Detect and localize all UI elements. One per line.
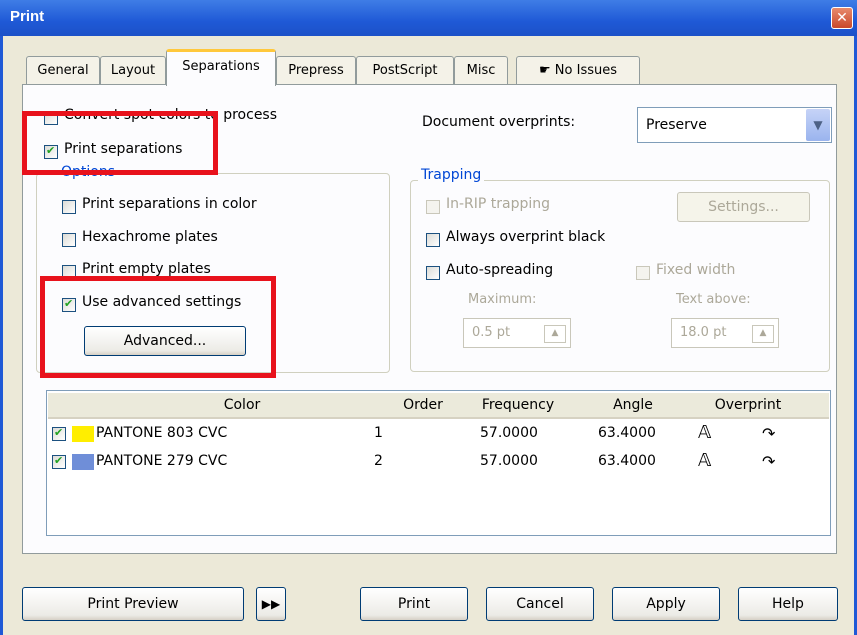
in-rip-trapping-checkbox[interactable] — [426, 200, 440, 214]
always-overprint-black-label: Always overprint black — [446, 229, 606, 245]
trapping-settings-button[interactable]: Settings... — [677, 192, 810, 222]
print-in-color-label: Print separations in color — [82, 196, 257, 212]
maximum-label: Maximum: — [468, 292, 537, 307]
auto-spreading-checkbox[interactable] — [426, 266, 440, 280]
overprint-graphics-icon[interactable]: ↷ — [762, 424, 775, 443]
overprint-text-icon[interactable]: 𝔸 — [698, 422, 711, 443]
help-button[interactable]: Help — [738, 587, 838, 621]
tab-postscript[interactable]: PostScript — [356, 56, 454, 85]
row-print-checkbox[interactable] — [52, 426, 66, 441]
screen-angle: 63.4000 — [598, 425, 656, 441]
plate-order: 1 — [374, 425, 383, 441]
print-in-color-checkbox[interactable] — [62, 200, 76, 214]
auto-spreading-label: Auto-spreading — [446, 262, 554, 278]
spin-arrows-icon[interactable]: ▲ — [544, 325, 566, 343]
text-above-label: Text above: — [676, 292, 751, 307]
tab-prepress[interactable]: Prepress — [276, 56, 356, 85]
trapping-group-label: Trapping — [418, 167, 485, 183]
screen-angle: 63.4000 — [598, 453, 656, 469]
screen-frequency: 57.0000 — [480, 453, 538, 469]
tab-layout[interactable]: Layout — [100, 56, 166, 85]
color-name: PANTONE 803 CVC — [96, 425, 228, 441]
close-button[interactable]: ✕ — [831, 7, 853, 29]
hexachrome-label: Hexachrome plates — [82, 229, 218, 245]
tab-no-issues[interactable]: ☛ No Issues — [516, 56, 640, 85]
fixed-width-label: Fixed width — [656, 262, 736, 278]
in-rip-trapping-label: In-RIP trapping — [446, 196, 551, 212]
maximum-value: 0.5 pt — [472, 325, 511, 340]
print-button[interactable]: Print — [360, 587, 468, 621]
cancel-button[interactable]: Cancel — [486, 587, 594, 621]
column-header-overprint[interactable]: Overprint — [688, 394, 808, 416]
column-header-frequency[interactable]: Frequency — [458, 394, 578, 416]
color-swatch — [72, 454, 94, 470]
print-preview-button[interactable]: Print Preview — [22, 587, 244, 621]
tab-general[interactable]: General — [26, 56, 100, 85]
document-overprints-value: Preserve — [646, 117, 707, 133]
maximum-spinner[interactable]: 0.5 pt ▲ — [463, 318, 571, 348]
document-overprints-select[interactable]: Preserve ▼ — [637, 107, 832, 143]
color-name: PANTONE 279 CVC — [96, 453, 228, 469]
column-header-order[interactable]: Order — [388, 394, 458, 416]
text-above-value: 18.0 pt — [680, 325, 727, 340]
tab-misc[interactable]: Misc — [454, 56, 508, 85]
hexachrome-checkbox[interactable] — [62, 233, 76, 247]
tab-separations[interactable]: Separations — [166, 49, 276, 86]
row-print-checkbox[interactable] — [52, 454, 66, 469]
plate-order: 2 — [374, 453, 383, 469]
highlight-print-separations — [22, 111, 218, 175]
title-bar — [0, 0, 857, 36]
column-header-color[interactable]: Color — [96, 394, 388, 416]
preflight-icon: ☛ — [539, 63, 551, 78]
overprint-graphics-icon[interactable]: ↷ — [762, 452, 775, 471]
always-overprint-black-checkbox[interactable] — [426, 233, 440, 247]
empty-plates-label: Print empty plates — [82, 261, 211, 277]
tab-no-issues-label: No Issues — [554, 63, 617, 78]
apply-button[interactable]: Apply — [612, 587, 720, 621]
window-title: Print — [10, 8, 45, 25]
document-overprints-label: Document overprints: — [422, 114, 576, 130]
highlight-advanced-settings — [40, 276, 276, 378]
fast-forward-icon[interactable]: ▶▶ — [256, 587, 286, 621]
screen-frequency: 57.0000 — [480, 425, 538, 441]
column-header-angle[interactable]: Angle — [578, 394, 688, 416]
chevron-down-icon[interactable]: ▼ — [806, 109, 830, 141]
color-swatch — [72, 426, 94, 442]
text-above-spinner[interactable]: 18.0 pt ▲ — [671, 318, 779, 348]
spin-arrows-icon[interactable]: ▲ — [752, 325, 774, 343]
fixed-width-checkbox[interactable] — [636, 266, 650, 280]
overprint-text-icon[interactable]: 𝔸 — [698, 450, 711, 471]
